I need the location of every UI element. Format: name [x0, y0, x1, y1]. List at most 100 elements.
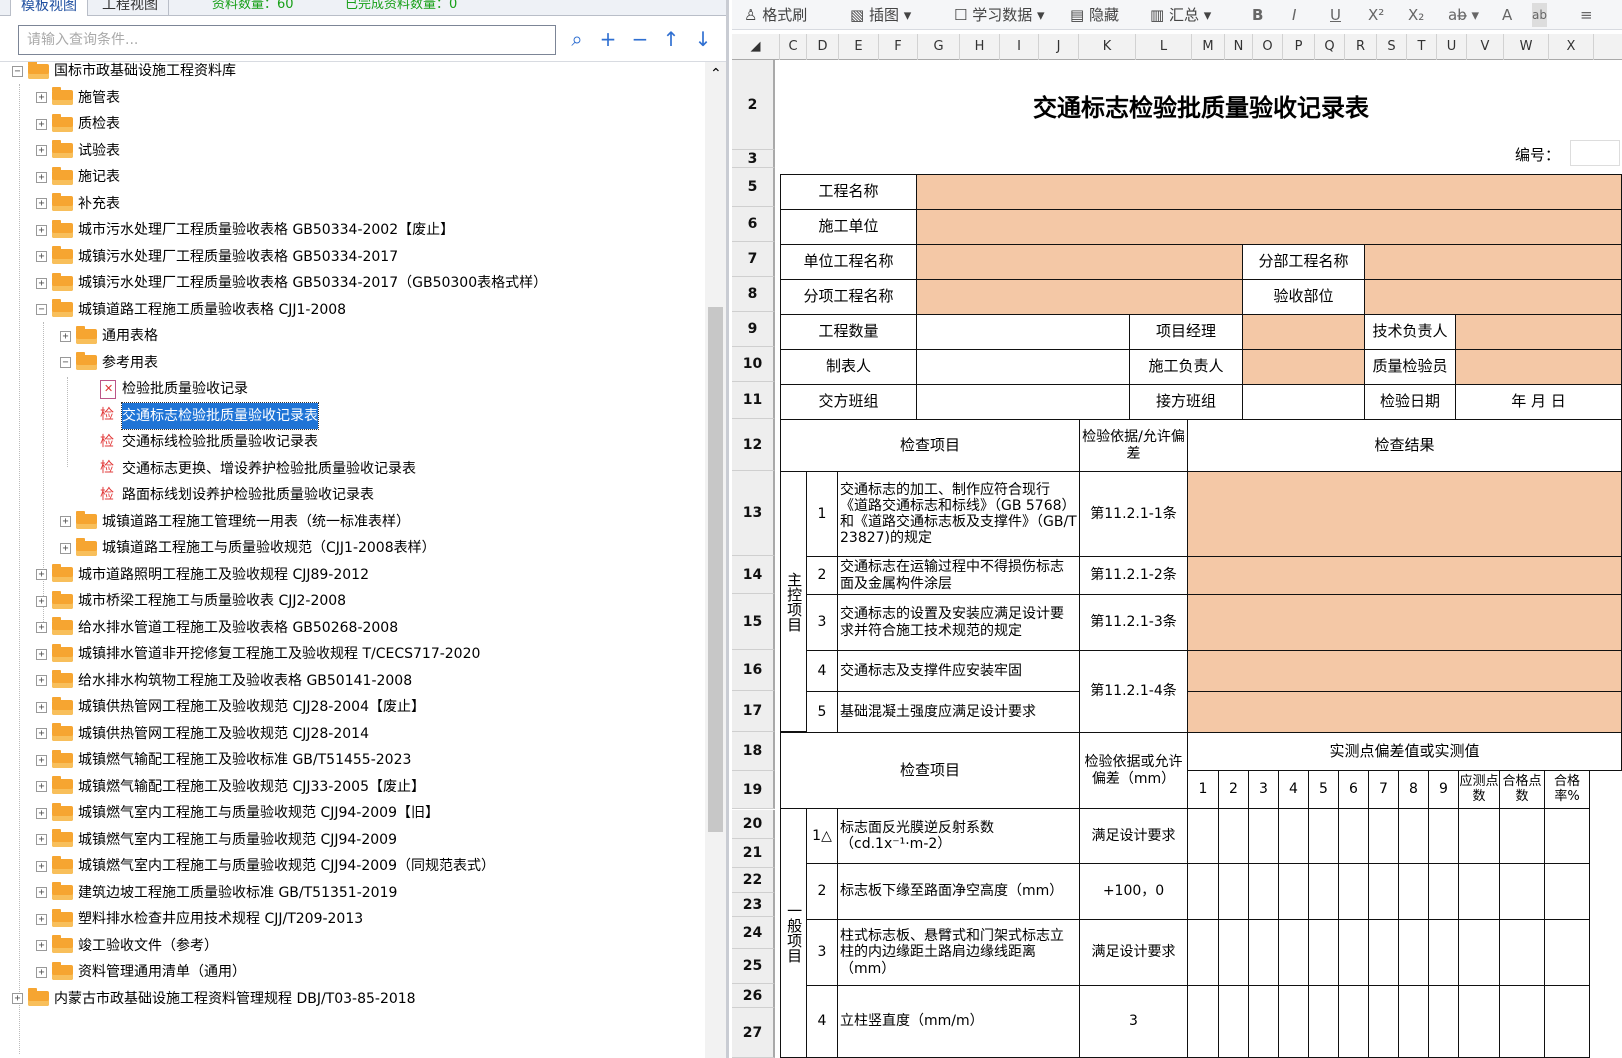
measure-value-cell[interactable] [1428, 985, 1459, 1058]
expand-toggle-icon[interactable]: + [36, 145, 47, 156]
search-icon[interactable]: ⌕ [563, 25, 591, 53]
measure-value-cell[interactable] [1308, 919, 1339, 986]
expand-toggle-icon[interactable]: + [36, 728, 47, 739]
main-item-result[interactable] [1187, 556, 1622, 595]
measure-value-cell[interactable] [1278, 863, 1309, 920]
expand-toggle-icon[interactable]: + [12, 993, 23, 1004]
project-name-field[interactable] [916, 174, 1622, 210]
expand-toggle-icon[interactable]: + [36, 807, 47, 819]
measure-value-cell[interactable] [1398, 863, 1429, 920]
tree-folder-node[interactable]: + 补充表 [36, 191, 120, 217]
measure-value-cell[interactable] [1187, 863, 1219, 920]
column-header[interactable]: I [1000, 34, 1039, 60]
tab-template-view[interactable]: 模板视图 [10, 0, 88, 16]
expand-toggle-icon[interactable]: + [60, 516, 71, 527]
row-header[interactable]: 19 [732, 771, 775, 809]
expand-toggle-icon[interactable]: + [36, 118, 47, 130]
expand-toggle-icon[interactable]: − [12, 65, 23, 77]
measure-value-cell[interactable] [1187, 985, 1219, 1058]
row-header[interactable]: 22 [732, 868, 775, 893]
main-item-result[interactable] [1187, 691, 1622, 733]
column-header[interactable]: L [1136, 34, 1192, 60]
expand-toggle-icon[interactable]: + [36, 92, 47, 103]
tree-folder-node[interactable]: + 资料管理通用清单（通用） [36, 959, 246, 985]
expand-toggle-icon[interactable]: − [36, 304, 47, 315]
quality-inspector-field[interactable] [1455, 349, 1622, 385]
tree-folder-node[interactable]: + 城镇供热管网工程施工及验收规范 CJJ28-2004【废止】 [36, 694, 425, 720]
measure-value-cell[interactable] [1278, 985, 1309, 1058]
spell-check-icon[interactable]: ab [1532, 3, 1547, 27]
measure-value-cell[interactable] [1544, 808, 1590, 864]
tree-folder-node[interactable]: + 城镇燃气输配工程施工及验收标准 GB/T51455-2023 [36, 747, 411, 773]
underline-button[interactable]: U [1330, 3, 1341, 27]
italic-button[interactable]: I [1292, 3, 1296, 27]
column-header[interactable]: U [1437, 34, 1467, 60]
expand-toggle-icon[interactable]: + [36, 781, 47, 792]
tree-folder-node[interactable]: + 城镇燃气输配工程施工及验收规范 CJJ33-2005【废止】 [36, 774, 425, 800]
row-header[interactable]: 17 [732, 691, 775, 732]
row-header[interactable]: 9 [732, 312, 775, 347]
tree-folder-node[interactable]: + 城市道路照明工程施工及验收规程 CJJ89-2012 [36, 562, 369, 588]
corner-cell[interactable]: ◢ [732, 34, 780, 60]
measure-value-cell[interactable] [1544, 985, 1590, 1058]
tree-document-node[interactable]: 检路面标线划设养护检验批质量验收记录表 [84, 482, 374, 508]
measure-value-cell[interactable] [1218, 919, 1249, 986]
measure-value-cell[interactable] [1458, 808, 1500, 864]
expand-toggle-icon[interactable]: + [36, 754, 47, 766]
tree-folder-node[interactable]: + 城镇道路工程施工管理统一用表（统一标准表样） [60, 509, 410, 535]
column-header[interactable]: J [1039, 34, 1079, 60]
measure-value-cell[interactable] [1338, 863, 1369, 920]
tree-folder-node[interactable]: + 通用表格 [60, 323, 158, 349]
expand-toggle-icon[interactable]: + [60, 542, 71, 554]
column-header[interactable]: N [1225, 34, 1253, 60]
measure-value-cell[interactable] [1368, 863, 1399, 920]
measure-value-cell[interactable] [1398, 919, 1429, 986]
arrow-down-icon[interactable]: ↓ [689, 25, 717, 53]
project-manager-field[interactable] [1242, 314, 1365, 350]
row-header[interactable]: 6 [732, 207, 775, 242]
plus-icon[interactable]: + [594, 25, 622, 53]
construction-lead-field[interactable] [1242, 349, 1365, 385]
row-header[interactable]: 2 [732, 60, 775, 150]
row-header[interactable]: 10 [732, 347, 775, 382]
expand-toggle-icon[interactable]: + [36, 198, 47, 209]
measure-value-cell[interactable] [1499, 919, 1545, 986]
measure-value-cell[interactable] [1499, 863, 1545, 920]
tree-folder-node[interactable]: + 城市桥梁工程施工与质量验收表 CJJ2-2008 [36, 588, 346, 614]
measure-value-cell[interactable] [1458, 919, 1500, 986]
tree-folder-node[interactable]: + 城镇燃气室内工程施工与质量验收规范 CJJ94-2009（同规范表式） [36, 853, 495, 879]
tree-document-node[interactable]: 检交通标志更换、增设养护检验批质量验收记录表 [84, 456, 416, 482]
measure-value-cell[interactable] [1248, 985, 1279, 1058]
row-header[interactable]: 7 [732, 242, 775, 277]
strikethrough-icon[interactable]: ab̶ ▾ [1448, 3, 1479, 27]
superscript-button[interactable]: X² [1368, 3, 1384, 27]
measure-value-cell[interactable] [1248, 863, 1279, 920]
column-header[interactable]: O [1253, 34, 1283, 60]
row-header[interactable]: 24 [732, 917, 775, 949]
tree-folder-node[interactable]: − 城镇道路工程施工质量验收表格 CJJ1-2008 [36, 297, 346, 323]
column-header[interactable]: T [1407, 34, 1437, 60]
expand-toggle-icon[interactable]: + [36, 648, 47, 660]
search-input[interactable]: 请输入查询条件... [18, 25, 556, 55]
tree-folder-node[interactable]: + 城镇供热管网工程施工及验收规范 CJJ28-2014 [36, 721, 369, 747]
main-item-result[interactable] [1187, 594, 1622, 651]
measure-value-cell[interactable] [1248, 808, 1279, 864]
row-header[interactable]: 8 [732, 277, 775, 312]
column-header[interactable]: H [960, 34, 1000, 60]
tree-document-node[interactable]: 检验批质量验收记录 [84, 376, 248, 402]
tree-document-node[interactable]: 检交通标线检验批质量验收记录表 [84, 429, 318, 455]
row-header[interactable]: 27 [732, 1008, 775, 1058]
sub-project-field[interactable] [1364, 244, 1622, 280]
row-header[interactable]: 15 [732, 594, 775, 650]
expand-toggle-icon[interactable]: + [36, 887, 47, 898]
column-header[interactable]: X [1549, 34, 1594, 60]
expand-toggle-icon[interactable]: + [36, 595, 47, 607]
measure-value-cell[interactable] [1308, 863, 1339, 920]
expand-toggle-icon[interactable]: + [36, 966, 47, 978]
tab-project-view[interactable]: 工程视图 [92, 0, 169, 16]
tree-folder-node[interactable]: + 城镇燃气室内工程施工与质量验收规范 CJJ94-2009 [36, 827, 397, 853]
tree-folder-node[interactable]: + 试验表 [36, 138, 120, 164]
measure-value-cell[interactable] [1544, 919, 1590, 986]
expand-toggle-icon[interactable]: + [60, 330, 71, 342]
expand-toggle-icon[interactable]: + [36, 834, 47, 845]
